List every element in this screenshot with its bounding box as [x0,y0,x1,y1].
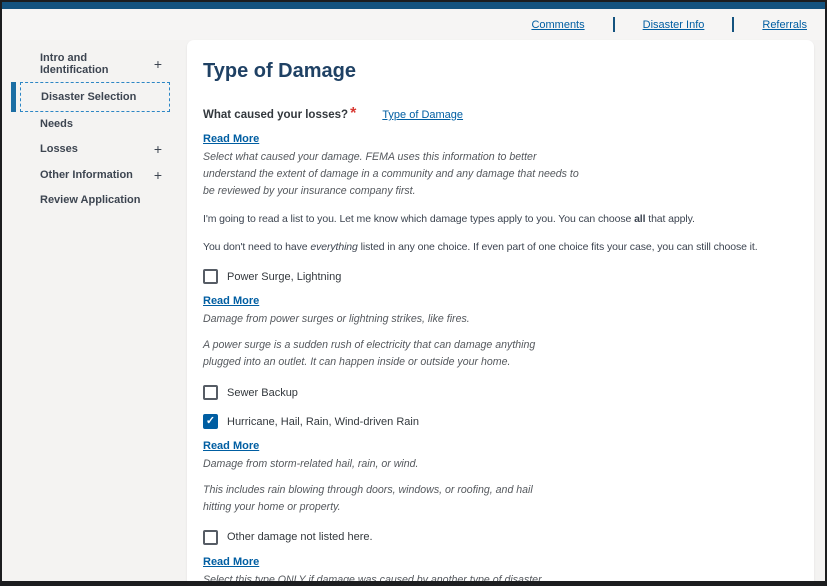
paragraph-italic-text: everything [310,241,357,253]
paragraph-bold-text: all [634,213,645,225]
sidebar-item-disaster-selection[interactable]: Disaster Selection [20,82,170,112]
app-window: Comments Disaster Info Referrals Intro a… [0,0,827,586]
body: Intro and Identification + Disaster Sele… [2,40,825,586]
main-column: Type of Damage What caused your losses?*… [187,40,814,586]
checkbox-label: Hurricane, Hail, Rain, Wind-driven Rain [227,416,419,428]
option-details: Read More Damage from power surges or li… [203,291,798,371]
option-description: Damage from power surges or lightning st… [203,311,555,328]
checkbox-row[interactable]: ✓ Other damage not listed here. [203,530,798,545]
paragraph-text: that apply. [645,213,694,225]
checkbox-label: Sewer Backup [227,387,298,399]
sidebar-item-losses[interactable]: Losses + [20,136,170,162]
header-divider [732,17,734,32]
checkbox-power-surge[interactable]: ✓ [203,269,218,284]
paragraph-text: listed in any one choice. If even part o… [358,241,758,253]
checkbox-row[interactable]: ✓ Power Surge, Lightning [203,269,798,284]
checkbox-label: Power Surge, Lightning [227,271,341,283]
header-link-disaster-info[interactable]: Disaster Info [643,19,705,31]
header-link-comments[interactable]: Comments [531,19,584,31]
option-description: Damage from storm-related hail, rain, or… [203,456,555,473]
required-asterisk: * [350,105,356,122]
sidebar-item-label: Review Application [40,194,140,206]
sidebar-nav: Intro and Identification + Disaster Sele… [2,40,187,212]
form-card: Type of Damage What caused your losses?*… [187,40,814,586]
option-description: A power surge is a sudden rush of electr… [203,337,555,371]
damage-option-other: ✓ Other damage not listed here. Read Mor… [203,530,798,586]
paragraph-text: I'm going to read a list to you. Let me … [203,213,634,225]
top-accent-bar [2,2,825,9]
read-more-link[interactable]: Read More [203,295,259,307]
plus-icon[interactable]: + [154,142,162,156]
damage-option-hurricane: ✓ Hurricane, Hail, Rain, Wind-driven Rai… [203,414,798,516]
sidebar-item-label: Other Information [40,169,133,181]
sidebar-item-intro-and-identification[interactable]: Intro and Identification + [20,46,170,82]
option-details: Read More Damage from storm-related hail… [203,436,798,516]
option-description: Select this type ONLY if damage was caus… [203,572,555,586]
checkbox-hurricane[interactable]: ✓ [203,414,218,429]
damage-option-sewer-backup: ✓ Sewer Backup [203,385,798,400]
question-label: What caused your losses? [203,109,348,121]
header-link-referrals[interactable]: Referrals [762,19,807,31]
plus-icon[interactable]: + [154,168,162,182]
option-description: This includes rain blowing through doors… [203,482,555,516]
sidebar-item-label: Needs [40,118,73,130]
check-icon: ✓ [206,416,215,427]
sidebar-item-needs[interactable]: Needs [20,112,170,136]
checkbox-row[interactable]: ✓ Sewer Backup [203,385,798,400]
checkbox-sewer-backup[interactable]: ✓ [203,385,218,400]
intro-paragraph-2: You don't need to have everything listed… [203,240,798,256]
intro-paragraph-1: I'm going to read a list to you. Let me … [203,212,798,228]
plus-icon[interactable]: + [154,57,162,71]
read-more-link[interactable]: Read More [203,440,259,452]
question-description: Select what caused your damage. FEMA use… [203,149,583,200]
sidebar-item-label: Disaster Selection [41,91,136,103]
sidebar-item-review-application[interactable]: Review Application [20,188,170,212]
sidebar-item-label: Losses [40,143,78,155]
type-of-damage-help-link[interactable]: Type of Damage [382,109,463,121]
page-title: Type of Damage [203,60,798,83]
sidebar-item-other-information[interactable]: Other Information + [20,162,170,188]
option-details: Read More Select this type ONLY if damag… [203,552,798,586]
read-more-link[interactable]: Read More [203,556,259,568]
header-divider [613,17,615,32]
checkbox-label: Other damage not listed here. [227,531,373,543]
sidebar-item-label: Intro and Identification [40,52,154,76]
paragraph-text: You don't need to have [203,241,310,253]
question-row: What caused your losses?* Type of Damage [203,105,798,123]
header: Comments Disaster Info Referrals [2,9,825,40]
damage-option-power-surge: ✓ Power Surge, Lightning Read More Damag… [203,269,798,371]
checkbox-other-damage[interactable]: ✓ [203,530,218,545]
read-more-link[interactable]: Read More [203,133,259,145]
checkbox-row[interactable]: ✓ Hurricane, Hail, Rain, Wind-driven Rai… [203,414,798,429]
